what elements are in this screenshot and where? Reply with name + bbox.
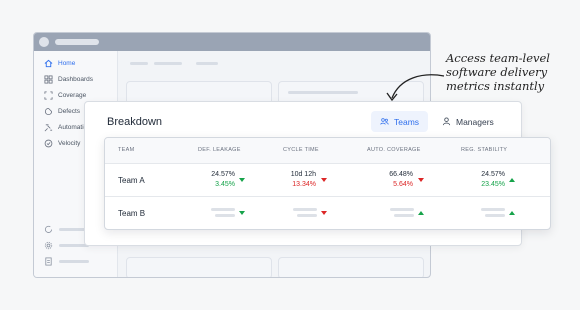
tab-label: Managers — [456, 116, 494, 127]
breadcrumb-placeholder — [130, 62, 148, 65]
team-name: Team A — [118, 176, 145, 185]
value-placeholder — [293, 208, 317, 211]
annotation-line: Access team-level — [446, 51, 550, 65]
title-bar — [34, 33, 430, 51]
gauge-icon — [44, 139, 53, 148]
sidebar-item-dashboards[interactable]: Dashboards — [44, 73, 93, 85]
trend-up-icon — [509, 178, 515, 182]
column-header-def-leakage[interactable]: DEF. LEAKAGE — [198, 147, 241, 153]
annotation-text: Access team-level software delivery metr… — [446, 51, 574, 93]
gear-icon — [44, 241, 53, 250]
trend-down-icon — [418, 178, 424, 182]
breadcrumb-placeholder — [196, 62, 218, 65]
sidebar-footer-item[interactable] — [44, 240, 89, 250]
annotation-line: software delivery — [446, 65, 548, 79]
sidebar-footer-item[interactable] — [44, 224, 89, 234]
team-name: Team B — [118, 209, 146, 218]
trend-up-icon — [509, 211, 515, 215]
table-row[interactable]: Team A 24.57% 3.45% 10d 12h 13.34% 66.48… — [105, 164, 550, 197]
automation-icon — [44, 123, 53, 132]
column-header-reg-stability[interactable]: REG. STABILITY — [461, 147, 507, 153]
refresh-icon — [44, 225, 53, 234]
card-line-placeholder — [288, 91, 358, 94]
tab-teams[interactable]: Teams — [371, 111, 429, 132]
value-placeholder — [485, 214, 505, 217]
card-placeholder — [126, 257, 272, 277]
value-placeholder — [394, 214, 414, 217]
sidebar-item-label: Coverage — [58, 91, 87, 99]
breadcrumb-placeholder — [154, 62, 182, 65]
sidebar-item-label: Dashboards — [58, 75, 94, 83]
window-dot — [39, 37, 49, 47]
value-placeholder — [297, 214, 317, 217]
trend-down-icon — [321, 178, 327, 182]
sidebar-item-label: Home — [58, 59, 76, 67]
column-header-team[interactable]: TEAM — [118, 147, 134, 153]
table-row[interactable]: Team B — [105, 197, 550, 229]
tab-managers[interactable]: Managers — [433, 111, 503, 132]
trend-up-icon — [418, 211, 424, 215]
frame-icon — [44, 90, 53, 100]
cycle-time-cell: 10d 12h 13.34% — [268, 170, 316, 190]
card-placeholder — [278, 257, 424, 277]
bug-icon — [44, 107, 53, 116]
trend-down-icon — [239, 178, 245, 182]
reg-stability-cell: 24.57% 23.45% — [457, 170, 505, 190]
annotation-line: metrics instantly — [446, 79, 545, 93]
tab-label: Teams — [394, 116, 420, 127]
sidebar-item-defects[interactable]: Defects — [44, 105, 80, 117]
column-header-cycle-time[interactable]: CYCLE TIME — [283, 147, 319, 153]
metric-value: 24.57% — [211, 171, 235, 178]
label-placeholder — [59, 259, 89, 263]
metric-delta: 13.34% — [292, 181, 316, 188]
users-icon — [380, 118, 389, 125]
column-header-auto-coverage[interactable]: AUTO. COVERAGE — [367, 147, 421, 153]
table-header: TEAM DEF. LEAKAGE CYCLE TIME AUTO. COVER… — [105, 138, 550, 164]
sidebar-item-velocity[interactable]: Velocity — [44, 137, 80, 149]
value-placeholder — [211, 208, 235, 211]
sidebar-footer-item[interactable] — [44, 256, 89, 266]
auto-coverage-cell: 66.48% 5.64% — [365, 170, 413, 190]
user-icon — [442, 117, 451, 126]
trend-down-icon — [321, 211, 327, 215]
value-placeholder — [215, 214, 235, 217]
home-icon — [44, 59, 53, 68]
sidebar-item-coverage[interactable]: Coverage — [44, 89, 86, 101]
sidebar-item-home[interactable]: Home — [44, 57, 75, 69]
metric-value: 66.48% — [389, 171, 413, 178]
sidebar-item-label: Defects — [58, 107, 81, 115]
metric-value: 10d 12h — [290, 171, 316, 178]
panel-title: Breakdown — [107, 116, 163, 128]
metric-delta: 3.45% — [215, 181, 235, 188]
title-placeholder — [55, 39, 99, 45]
value-placeholder — [481, 208, 505, 211]
metric-delta: 5.64% — [393, 181, 413, 188]
metric-delta: 23.45% — [481, 181, 505, 188]
metric-value: 24.57% — [481, 171, 505, 178]
value-placeholder — [390, 208, 414, 211]
sidebar-item-label: Velocity — [58, 139, 81, 147]
trend-down-icon — [239, 211, 245, 215]
document-icon — [44, 256, 53, 266]
def-leakage-cell: 24.57% 3.45% — [187, 170, 235, 190]
breakdown-table: TEAM DEF. LEAKAGE CYCLE TIME AUTO. COVER… — [104, 137, 551, 230]
grid-icon — [44, 74, 53, 84]
